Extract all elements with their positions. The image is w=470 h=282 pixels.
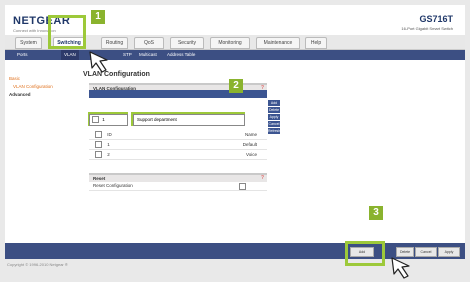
vlan-id-value: 1 bbox=[102, 117, 105, 122]
model-description: 16-Port Gigabit Smart Switch bbox=[401, 26, 453, 31]
cancel-button-side[interactable]: Cancel bbox=[268, 121, 280, 127]
model-name: GS716T bbox=[419, 14, 453, 24]
tab-qos[interactable]: QoS bbox=[134, 37, 164, 49]
sidebar: Basic VLAN Configuration Advanced bbox=[5, 60, 55, 240]
tab-routing[interactable]: Routing bbox=[101, 37, 128, 49]
copyright-text: Copyright © 1996-2010 Netgear ® bbox=[7, 262, 68, 267]
subtab-ports[interactable]: Ports bbox=[17, 50, 28, 60]
tab-help[interactable]: Help bbox=[305, 37, 327, 49]
sidebar-item-vlan-configuration[interactable]: VLAN Configuration bbox=[13, 84, 53, 89]
highlight-switching-tab bbox=[48, 15, 86, 49]
cancel-button[interactable]: Cancel bbox=[415, 247, 437, 257]
row-name: Voice bbox=[245, 152, 257, 157]
row-checkbox[interactable] bbox=[95, 141, 102, 149]
row-id: 1 bbox=[107, 142, 110, 147]
reset-row: Reset Configuration bbox=[89, 181, 267, 191]
vlan-id-input[interactable]: 1 bbox=[89, 114, 128, 126]
row-name: Default bbox=[242, 142, 257, 147]
subtab-stp[interactable]: STP bbox=[123, 50, 132, 60]
table-row[interactable]: 1 Default bbox=[89, 140, 267, 150]
entry-checkbox[interactable] bbox=[92, 116, 99, 124]
row-checkbox[interactable] bbox=[95, 151, 102, 159]
callout-badge-3: 3 bbox=[369, 206, 383, 220]
vlan-side-buttons: Add Delete Apply Cancel Refresh bbox=[267, 90, 281, 134]
apply-button[interactable]: Apply bbox=[438, 247, 460, 257]
name-column-header: Name bbox=[244, 132, 257, 137]
sidebar-item-advanced[interactable]: Advanced bbox=[9, 92, 31, 97]
id-column-header: ID bbox=[107, 132, 112, 137]
reset-configuration-label: Reset Configuration bbox=[93, 183, 133, 188]
subtab-multicast[interactable]: Multicast bbox=[139, 50, 157, 60]
select-all-checkbox[interactable] bbox=[95, 131, 102, 139]
sub-nav: Ports VLAN STP Multicast Address Table bbox=[5, 50, 465, 60]
subtab-address-table[interactable]: Address Table bbox=[167, 50, 195, 60]
apply-button-side[interactable]: Apply bbox=[268, 114, 280, 120]
tab-security[interactable]: Security bbox=[170, 37, 204, 49]
table-row[interactable]: 2 Voice bbox=[89, 150, 267, 160]
tab-monitoring[interactable]: Monitoring bbox=[210, 37, 250, 49]
sidebar-item-basic[interactable]: Basic bbox=[9, 76, 20, 81]
highlight-add-button bbox=[345, 241, 385, 266]
subtab-vlan[interactable]: VLAN bbox=[61, 50, 79, 60]
arrow-cursor-icon bbox=[391, 257, 410, 279]
callout-badge-1: 1 bbox=[91, 10, 105, 24]
reset-configuration-checkbox[interactable] bbox=[239, 183, 246, 190]
delete-button-side[interactable]: Delete bbox=[268, 107, 280, 113]
add-button-side[interactable]: Add bbox=[268, 100, 280, 106]
callout-badge-2: 2 bbox=[229, 79, 243, 93]
tab-system[interactable]: System bbox=[15, 37, 42, 49]
refresh-button-side[interactable]: Refresh bbox=[268, 128, 280, 134]
tab-maintenance[interactable]: Maintenance bbox=[256, 37, 300, 49]
arrow-cursor-icon bbox=[89, 51, 108, 73]
table-header-row: ID Name bbox=[89, 130, 267, 140]
vlan-name-input[interactable]: Support department bbox=[133, 114, 245, 126]
row-id: 2 bbox=[107, 152, 110, 157]
